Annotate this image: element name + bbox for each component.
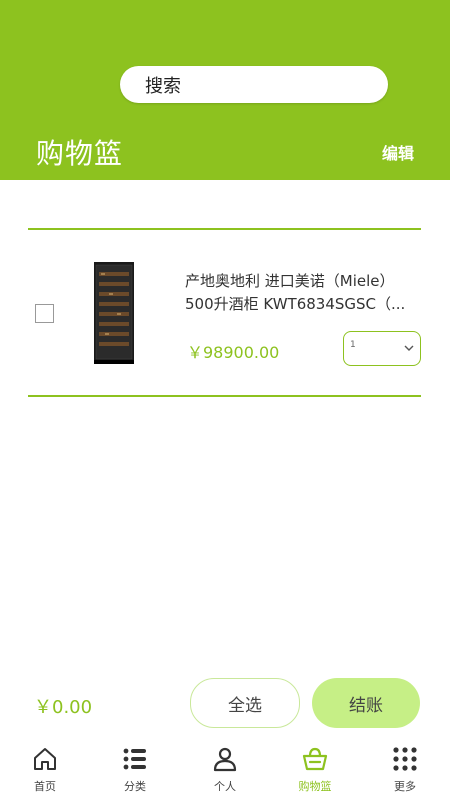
select-all-button[interactable]: 全选 — [190, 678, 300, 728]
tab-home-label: 首页 — [34, 780, 56, 793]
header: 搜索 购物篮 编辑 — [0, 0, 450, 180]
total-amount: ￥0.00 — [34, 697, 93, 718]
user-icon — [213, 747, 237, 772]
checkout-button[interactable]: 结账 — [312, 678, 420, 728]
tab-category[interactable]: 分类 — [100, 740, 170, 800]
product-name-line2: 500升酒柜 KWT6834SGSC（... — [185, 295, 406, 313]
product-image[interactable] — [94, 262, 134, 364]
cart-page: 搜索 购物篮 编辑 产地奥地利 进口美诺（Miele） 500升酒柜 KWT68… — [0, 0, 450, 800]
quantity-value: 1 — [350, 340, 356, 350]
edit-button[interactable]: 编辑 — [382, 140, 414, 164]
tab-bar: 首页 分类 个人 购物篮 更多 — [0, 740, 450, 800]
tab-more-label: 更多 — [394, 780, 416, 793]
search-input[interactable]: 搜索 — [120, 66, 388, 103]
tab-profile-label: 个人 — [214, 780, 236, 793]
product-name-line1: 产地奥地利 进口美诺（Miele） — [185, 272, 395, 290]
home-icon — [34, 748, 56, 770]
item-checkbox[interactable] — [35, 304, 54, 323]
divider — [28, 228, 421, 230]
page-title: 购物篮 — [36, 137, 124, 170]
tab-more[interactable]: 更多 — [370, 740, 440, 800]
tab-profile[interactable]: 个人 — [190, 740, 260, 800]
product-price: ￥98900.00 — [187, 343, 280, 362]
tab-home[interactable]: 首页 — [10, 740, 80, 800]
tab-basket[interactable]: 购物篮 — [280, 740, 350, 800]
search-placeholder: 搜索 — [145, 75, 181, 97]
product-name[interactable]: 产地奥地利 进口美诺（Miele） 500升酒柜 KWT6834SGSC（... — [185, 270, 425, 316]
chevron-down-icon — [404, 345, 414, 351]
quantity-select[interactable]: 1 — [343, 331, 421, 366]
grid-icon — [393, 747, 417, 771]
tab-basket-label: 购物篮 — [298, 780, 332, 793]
basket-icon — [302, 747, 328, 771]
tab-category-label: 分类 — [124, 780, 146, 793]
list-icon — [123, 748, 146, 770]
divider — [28, 395, 421, 397]
